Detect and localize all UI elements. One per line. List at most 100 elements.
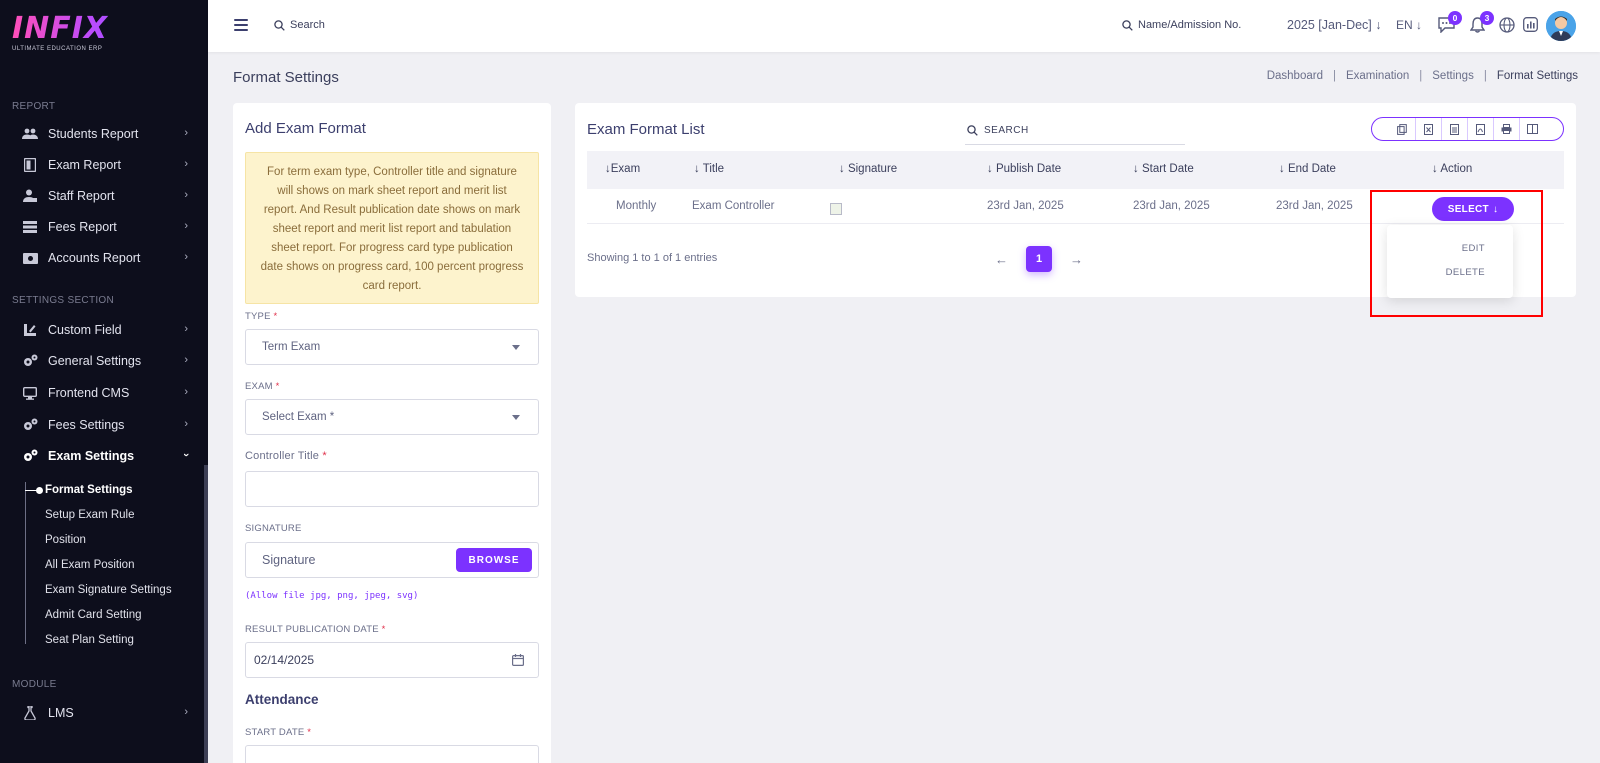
section-label-settings: SETTINGS SECTION [12,295,115,306]
gears-icon [22,354,38,368]
arrow-down-icon: ↓ [1375,18,1382,32]
search-icon [274,19,285,31]
submenu-active-dot [36,487,43,494]
brand-logo[interactable]: INFIX ULTIMATE EDUCATION ERP [12,14,162,58]
arrow-left-icon[interactable]: ← [995,252,1008,267]
calendar-icon[interactable] [512,654,524,666]
csv-icon[interactable] [1442,118,1468,140]
sidebar-subitem-setup-exam-rule[interactable]: Setup Exam Rule [45,509,135,521]
user-avatar[interactable] [1546,11,1576,41]
sidebar-subitem-format-settings[interactable]: Format Settings [45,484,133,496]
sidebar-subitem-exam-signature-settings[interactable]: Exam Signature Settings [45,584,172,596]
chevron-right-icon: › [184,158,188,170]
column-header-publish-date[interactable]: ↓ Publish Date [987,163,1061,175]
notification-button[interactable]: 3 [1469,11,1494,35]
exam-placeholder: Select Exam * [262,411,335,423]
entries-info: Showing 1 to 1 of 1 entries [587,252,718,264]
column-header-end-date[interactable]: ↓ End Date [1279,163,1336,175]
sidebar-item-frontend-cms[interactable]: Frontend CMS › [0,380,204,406]
copy-icon[interactable] [1390,118,1416,140]
sidebar-item-label: Frontend CMS [48,386,130,400]
search-input[interactable]: Search [274,19,325,31]
column-header-start-date[interactable]: ↓ Start Date [1133,163,1194,175]
sidebar-item-accounts-report[interactable]: Accounts Report › [0,245,204,271]
chevron-down-icon: › [180,453,193,457]
controller-title-label: Controller Title * [245,450,327,462]
exam-select[interactable]: Select Exam * [245,399,539,435]
notification-badge: 3 [1480,11,1494,25]
student-search-input[interactable]: Name/Admission No. [1122,19,1241,31]
logo-text: INFIX [12,14,162,44]
table-search-input[interactable]: SEARCH [965,117,1185,145]
browse-button[interactable]: BROWSE [456,548,532,572]
cell-end-date: 23rd Jan, 2025 [1276,200,1353,212]
exam-label: EXAM * [245,381,280,392]
highlight-annotation [1370,190,1543,317]
chevron-right-icon: › [184,323,188,335]
chat-button[interactable]: 0 [1438,11,1462,35]
page-button-current[interactable]: 1 [1026,246,1052,272]
column-header-signature[interactable]: ↓ Signature [839,163,897,175]
cell-title: Exam Controller [692,200,775,212]
publication-date-label: RESULT PUBLICATION DATE * [245,624,386,635]
sidebar-item-students-report[interactable]: Students Report › [0,121,204,147]
breadcrumb-examination[interactable]: Examination [1346,70,1409,82]
columns-icon[interactable] [1520,118,1546,140]
submenu-line [25,482,26,644]
globe-icon [1499,17,1515,33]
sidebar-item-label: Exam Settings [48,449,135,463]
publication-date-input[interactable]: 02/14/2025 [245,642,539,678]
logo-subtitle: ULTIMATE EDUCATION ERP [12,46,103,52]
chevron-right-icon: › [184,386,188,398]
sidebar-subitem-seat-plan-setting[interactable]: Seat Plan Setting [45,634,134,646]
language-dropdown[interactable]: EN ↓ [1396,18,1422,32]
excel-icon[interactable] [1416,118,1442,140]
arrow-down-icon: ↓ [1416,18,1423,32]
wallet-icon [22,251,38,265]
pdf-icon[interactable] [1468,118,1494,140]
chevron-right-icon: › [184,220,188,232]
print-icon[interactable] [1494,118,1520,140]
sidebar-item-exam-settings[interactable]: Exam Settings › [0,443,204,469]
sidebar-item-exam-report[interactable]: Exam Report › [0,152,204,178]
type-select[interactable]: Term Exam [245,329,539,365]
controller-title-input[interactable] [245,471,539,507]
breadcrumb-dashboard[interactable]: Dashboard [1267,70,1323,82]
sidebar-subitem-all-exam-position[interactable]: All Exam Position [45,559,134,571]
signature-image [830,203,842,215]
language-value: EN [1396,18,1413,32]
sidebar-item-lms[interactable]: LMS › [0,700,204,726]
info-note: For term exam type, Controller title and… [245,152,539,304]
sidebar-item-staff-report[interactable]: Staff Report › [0,183,204,209]
sidebar-item-general-settings[interactable]: General Settings › [0,348,204,374]
reports-button[interactable] [1523,17,1541,35]
section-label-report: REPORT [12,101,56,112]
sidebar-subitem-position[interactable]: Position [45,534,86,546]
sidebar-item-fees-report[interactable]: Fees Report › [0,214,204,240]
breadcrumb-separator: | [1483,70,1487,82]
session-dropdown[interactable]: 2025 [Jan-Dec] ↓ [1287,18,1382,32]
arrow-right-icon[interactable]: → [1070,252,1083,267]
start-date-input[interactable] [245,745,539,763]
gears-icon [22,418,38,432]
sidebar-item-label: Exam Report [48,158,121,172]
chat-badge: 0 [1448,11,1462,25]
chevron-right-icon: › [184,127,188,139]
sidebar-item-label: Custom Field [48,323,122,337]
sidebar: INFIX ULTIMATE EDUCATION ERP REPORT Stud… [0,0,208,763]
column-header-title[interactable]: ↓ Title [694,163,724,175]
breadcrumb-settings[interactable]: Settings [1432,70,1474,82]
menu-toggle-icon[interactable] [234,19,248,31]
sidebar-subitem-admit-card-setting[interactable]: Admit Card Setting [45,609,142,621]
page-title: Format Settings [233,69,339,86]
sidebar-item-custom-field[interactable]: Custom Field › [0,317,204,343]
monitor-icon [22,386,38,400]
signature-file-input[interactable]: Signature BROWSE [245,542,539,578]
sidebar-scrollbar[interactable] [204,465,208,763]
student-search-placeholder: Name/Admission No. [1138,19,1242,31]
file-type-hint: (Allow file jpg, png, jpeg, svg) [245,591,419,601]
sidebar-item-fees-settings[interactable]: Fees Settings › [0,412,204,438]
column-header-action[interactable]: ↓ Action [1432,163,1472,175]
website-button[interactable] [1499,17,1517,35]
column-header-exam[interactable]: ↓Exam [605,163,640,175]
